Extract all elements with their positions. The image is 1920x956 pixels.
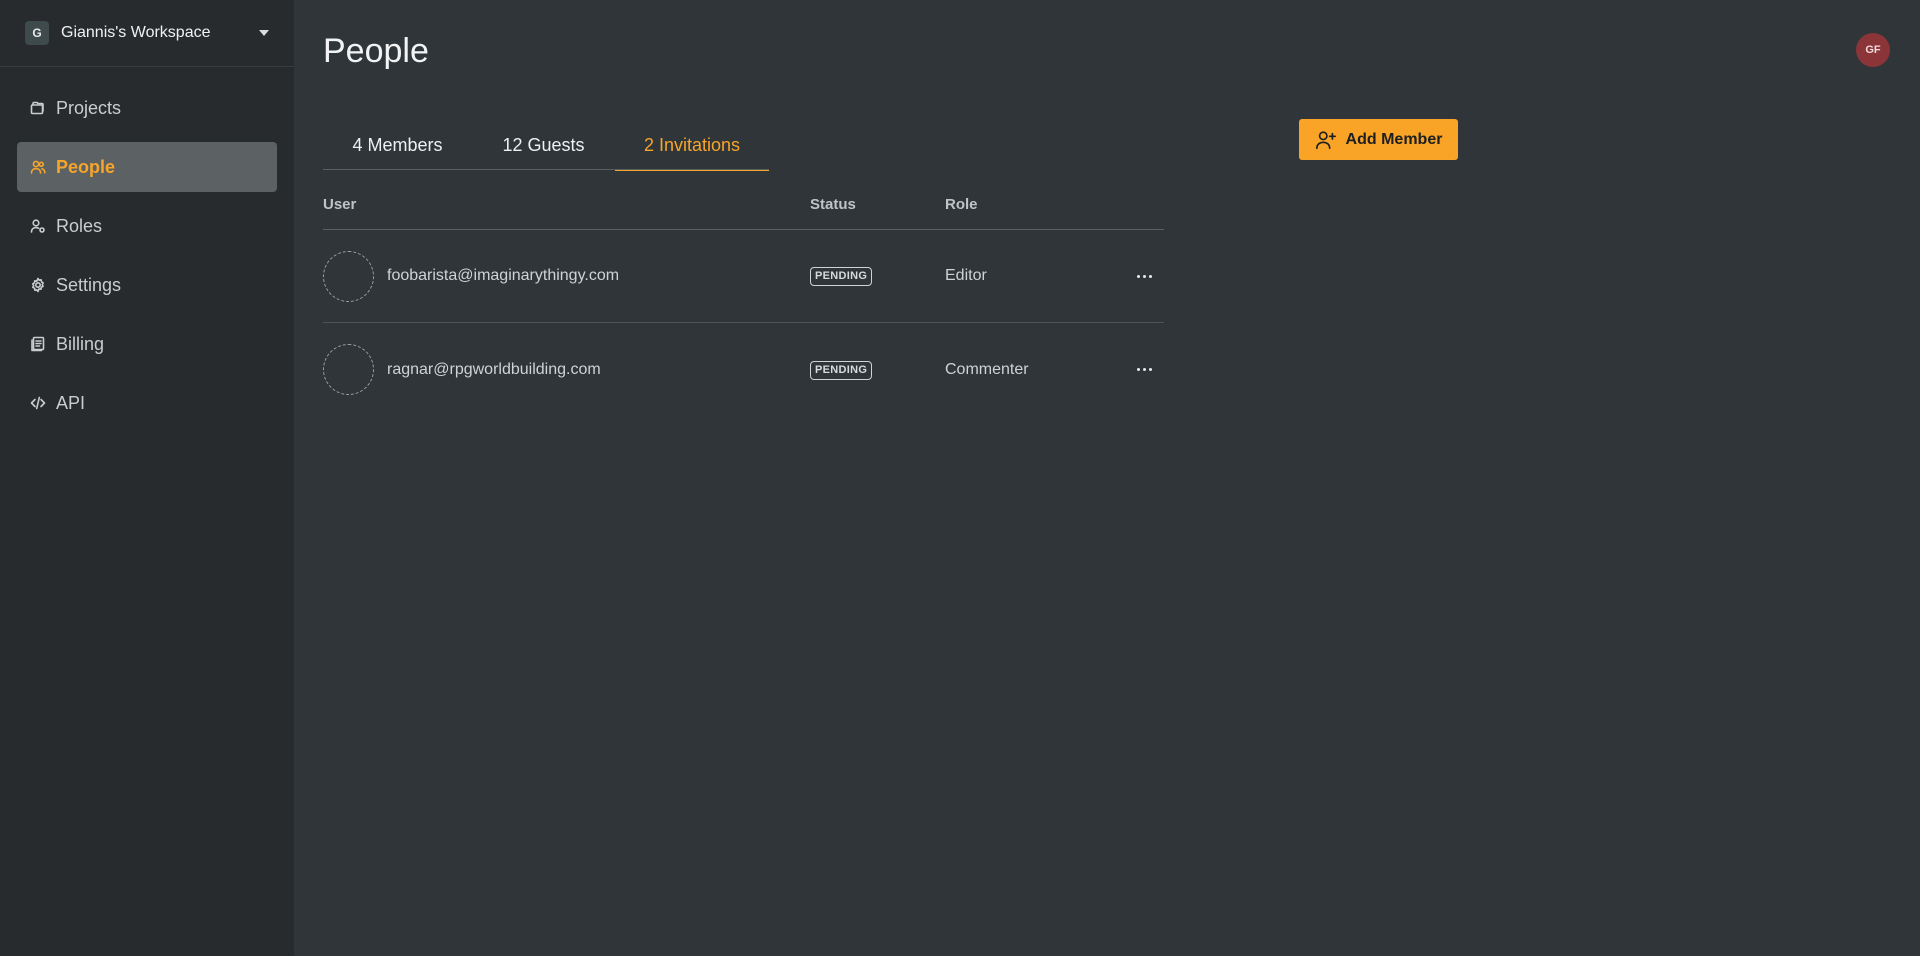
add-user-icon [1315, 130, 1336, 149]
user-cell: ragnar@rpgworldbuilding.com [323, 344, 810, 395]
table-row: ragnar@rpgworldbuilding.com PENDING Comm… [323, 323, 1164, 416]
table-row: foobarista@imaginarythingy.com PENDING E… [323, 230, 1164, 323]
status-badge: PENDING [810, 267, 873, 286]
workspace-name: Giannis's Workspace [61, 24, 211, 41]
sidebar-item-roles[interactable]: Roles [17, 201, 277, 251]
sidebar: G Giannis's Workspace Projects People Ro… [0, 0, 294, 956]
column-header-status: Status [810, 196, 856, 213]
actions-cell [1125, 362, 1164, 377]
table-header: User Status Role [323, 196, 1164, 230]
tab-guests[interactable]: 12 Guests [472, 120, 615, 170]
sidebar-item-projects[interactable]: Projects [17, 83, 277, 133]
people-tabs: 4 Members 12 Guests 2 Invitations [323, 120, 769, 171]
workspace-badge: G [25, 21, 49, 45]
sidebar-nav: Projects People Roles Settings Billing A… [0, 67, 294, 428]
receipt-icon [30, 336, 46, 352]
user-cell: foobarista@imaginarythingy.com [323, 250, 810, 302]
column-header-user: User [323, 196, 357, 213]
sidebar-item-label: Settings [56, 274, 122, 295]
status-cell: PENDING [810, 266, 945, 286]
user-role-icon [30, 218, 46, 234]
invitations-table: User Status Role foobarista@imaginarythi… [323, 196, 1164, 416]
add-member-label: Add Member [1345, 130, 1443, 148]
user-avatar[interactable]: GF [1856, 33, 1890, 67]
sidebar-item-people[interactable]: People [17, 142, 277, 192]
folders-icon [30, 100, 46, 116]
sidebar-item-label: Projects [56, 97, 122, 118]
people-icon [30, 159, 46, 175]
app: G Giannis's Workspace Projects People Ro… [0, 0, 1920, 956]
tab-invitations[interactable]: 2 Invitations [615, 120, 769, 171]
column-header-role: Role [945, 196, 978, 213]
chevron-down-icon [259, 30, 269, 36]
sidebar-item-api[interactable]: API [17, 378, 277, 428]
gear-icon [30, 277, 46, 293]
more-options-icon[interactable] [1133, 362, 1156, 377]
user-email: foobarista@imaginarythingy.com [387, 267, 620, 284]
status-cell: PENDING [810, 360, 945, 380]
sidebar-item-label: Roles [56, 215, 103, 236]
sidebar-item-settings[interactable]: Settings [17, 260, 277, 310]
sidebar-item-label: Billing [56, 333, 105, 354]
avatar-placeholder [323, 250, 374, 302]
avatar-placeholder [323, 344, 374, 395]
workspace-switcher[interactable]: G Giannis's Workspace [0, 0, 294, 67]
code-icon [30, 395, 46, 411]
more-options-icon[interactable] [1133, 269, 1156, 284]
tab-members[interactable]: 4 Members [323, 120, 472, 170]
sidebar-item-label: People [56, 156, 116, 177]
user-email: ragnar@rpgworldbuilding.com [387, 360, 601, 378]
status-badge: PENDING [810, 360, 873, 380]
actions-cell [1125, 269, 1164, 284]
page-title: People [323, 32, 429, 70]
main-content: People GF 4 Members 12 Guests 2 Invitati… [294, 0, 1920, 956]
sidebar-item-label: API [56, 392, 86, 413]
sidebar-item-billing[interactable]: Billing [17, 319, 277, 369]
add-member-button[interactable]: Add Member [1299, 119, 1458, 160]
role-cell: Commenter [945, 360, 1029, 378]
role-cell: Editor [945, 267, 987, 284]
